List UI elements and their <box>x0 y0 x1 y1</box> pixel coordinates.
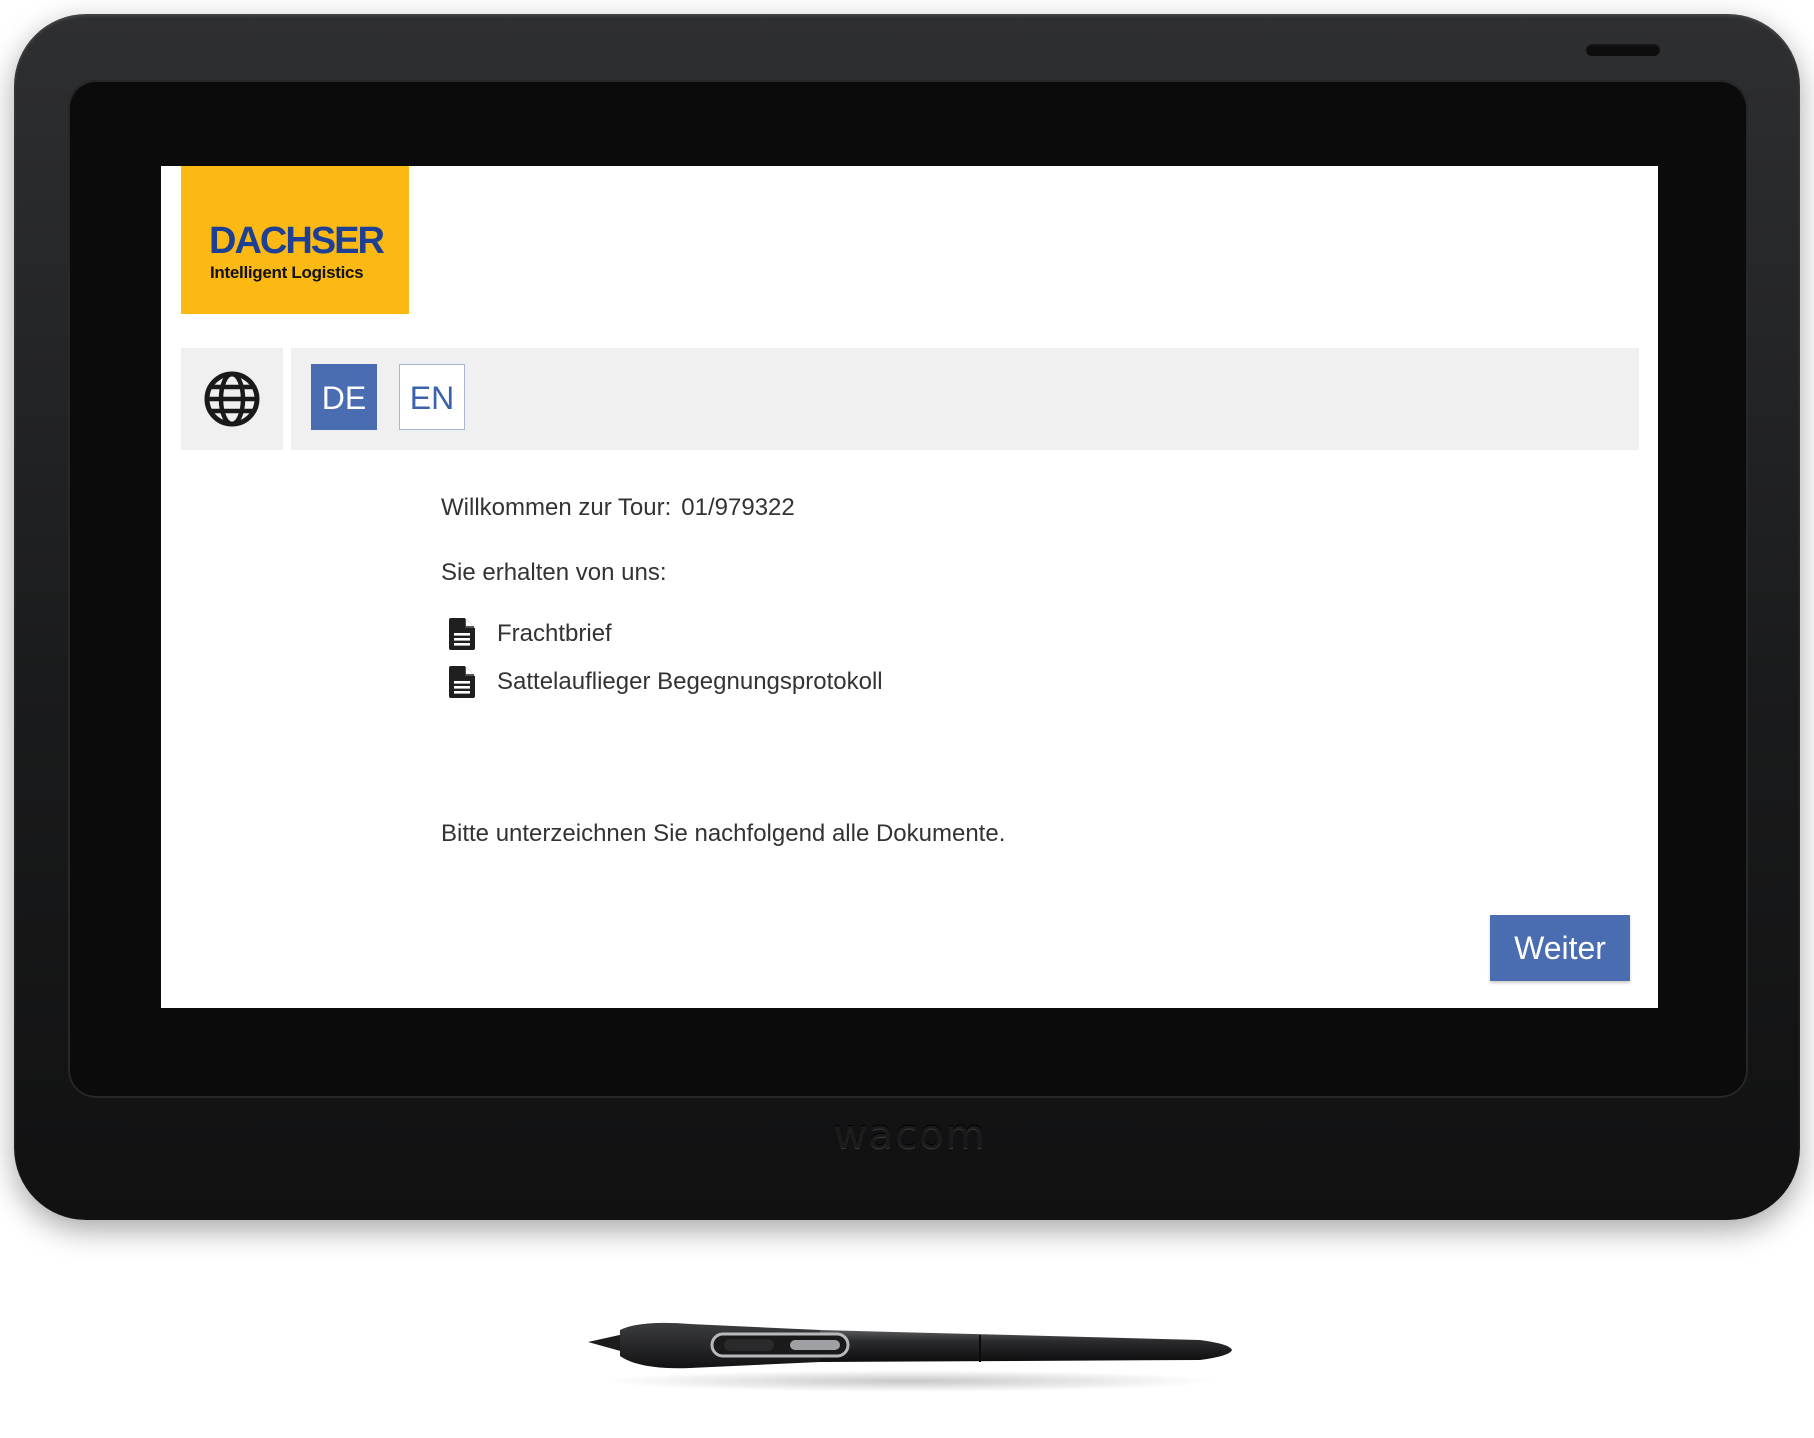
globe-icon <box>204 371 260 427</box>
document-icon <box>449 666 475 698</box>
welcome-label: Willkommen zur Tour: <box>441 494 672 521</box>
tour-number: 01/979322 <box>681 494 795 521</box>
logo-title: DACHSER <box>209 220 385 262</box>
sensor-slot <box>1586 44 1660 56</box>
stylus-pen <box>588 1322 1232 1369</box>
language-icon-cell <box>181 348 283 450</box>
screen: DACHSER Intelligent Logistics DE EN Will… <box>161 166 1658 1008</box>
receive-label: Sie erhalten von uns: <box>441 559 667 586</box>
language-button-de[interactable]: DE <box>311 364 377 430</box>
language-button-en[interactable]: EN <box>399 364 465 430</box>
document-icon <box>449 618 475 650</box>
stage: wacom DACHSER Intelligent Logistics DE E… <box>0 0 1814 1438</box>
next-button[interactable]: Weiter <box>1490 915 1630 981</box>
dachser-logo: DACHSER Intelligent Logistics <box>181 166 409 314</box>
document-label: Sattelauflieger Begegnungsprotokoll <box>497 668 883 695</box>
language-bar: DE EN <box>291 348 1639 450</box>
signing-instruction: Bitte unterzeichnen Sie nachfolgend alle… <box>441 820 1006 847</box>
welcome-line: Willkommen zur Tour: 01/979322 <box>441 494 795 522</box>
logo-subtitle: Intelligent Logistics <box>210 263 364 282</box>
document-label: Frachtbrief <box>497 620 612 647</box>
device-brand-logo: wacom <box>834 1112 987 1158</box>
document-item: Sattelauflieger Begegnungsprotokoll <box>449 666 883 698</box>
document-item: Frachtbrief <box>449 618 612 650</box>
